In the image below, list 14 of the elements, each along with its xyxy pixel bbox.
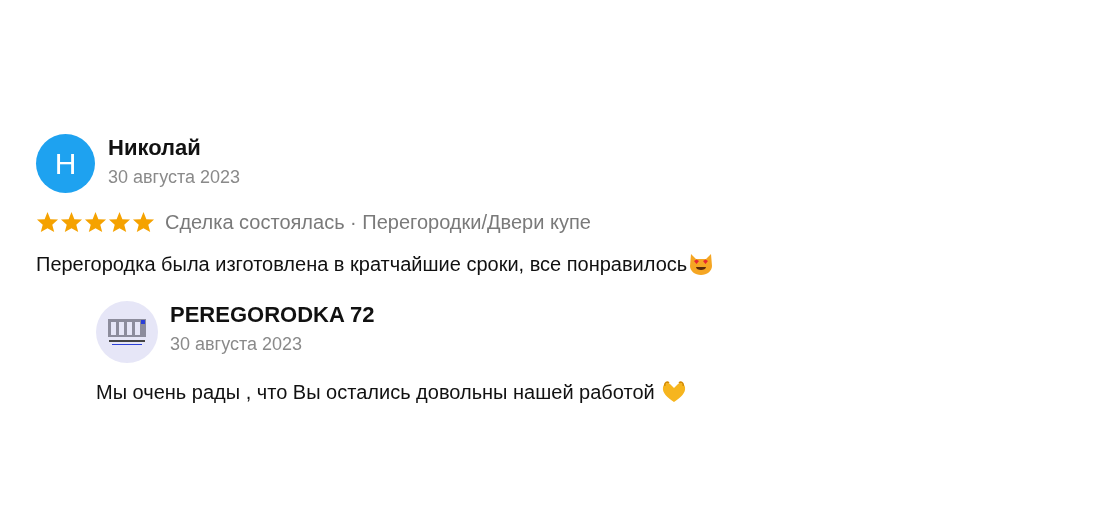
reply-text: Мы очень рады , что Вы остались довольны нашей работой <box>96 380 655 405</box>
star-icon <box>36 211 59 233</box>
cat-heart-eyes-icon <box>689 253 714 275</box>
star-icon <box>108 211 131 233</box>
avatar: Н <box>36 134 95 193</box>
reply-date: 30 августа 2023 <box>170 333 304 355</box>
review-text: Перегородка была изготовлена в кратчайшие сроки, все понравилось <box>36 252 688 277</box>
review-date: 30 августа 2023 <box>108 165 241 188</box>
star-icon <box>84 211 107 233</box>
deal-info: Сделка состоялась · Перегородки/Двери купе <box>165 210 591 235</box>
star-icon <box>132 211 155 233</box>
company-name: PEREGORODKA 72 <box>170 301 375 329</box>
author-name: Николай <box>108 133 202 162</box>
star-icon <box>60 211 83 233</box>
